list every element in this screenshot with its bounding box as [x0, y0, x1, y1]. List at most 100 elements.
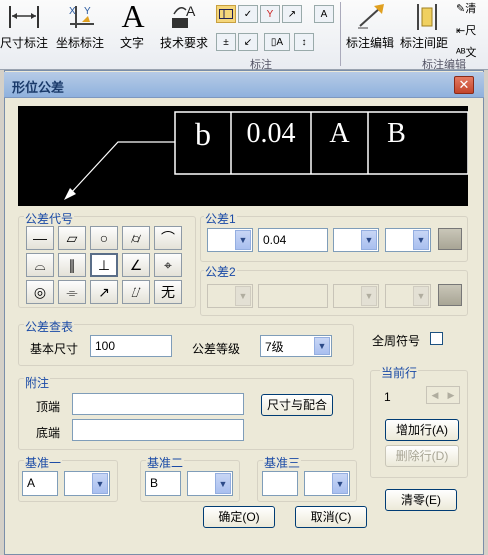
- chevron-down-icon: ▼: [361, 230, 377, 250]
- parallelism-button[interactable]: ∥: [58, 253, 86, 277]
- datum1-select[interactable]: ▼: [64, 471, 110, 496]
- size-fit-button[interactable]: 尺寸与配合: [261, 394, 333, 416]
- basic-size-label: 基本尺寸: [30, 342, 79, 356]
- datum-icon[interactable]: ▯A: [264, 33, 290, 51]
- close-button[interactable]: ✕: [454, 76, 474, 94]
- text-icon[interactable]: A: [118, 0, 148, 32]
- datum2-input[interactable]: B: [145, 471, 181, 496]
- circular-runout-button[interactable]: ↗: [90, 280, 118, 304]
- ribbon-toolbar: 尺寸标注 XY 坐标标注 A 文字 A 技术要求 ✓ Y ↗ A ± ↙ ▯A …: [0, 0, 488, 71]
- chevron-left-icon[interactable]: ◀: [427, 387, 443, 403]
- partial-bottom-label: 文: [465, 47, 477, 59]
- ribbon-coordinate-label[interactable]: 坐标标注: [56, 34, 104, 51]
- frame-cell-datum-a: A: [329, 118, 350, 149]
- svg-text:A: A: [186, 3, 196, 19]
- ribbon-partial-mid[interactable]: ⇤尺: [456, 22, 476, 38]
- close-icon: ✕: [458, 77, 470, 92]
- tol1-prefix-select[interactable]: ▼: [207, 228, 253, 252]
- flatness-button[interactable]: ▱: [58, 226, 86, 250]
- basic-size-input[interactable]: 100: [90, 335, 172, 357]
- ribbon-dimension-edit-label[interactable]: 标注编辑: [346, 34, 394, 51]
- arrow-leader-icon[interactable]: ↙: [238, 33, 258, 51]
- tol1-modifier-select[interactable]: ▼: [333, 228, 379, 252]
- grade-value: 7级: [265, 339, 284, 354]
- datum2-title: 基准二: [146, 454, 185, 471]
- ribbon-partial-top[interactable]: ✎清: [456, 0, 476, 16]
- cylindricity-button[interactable]: ⌭: [122, 226, 150, 250]
- chevron-down-icon: ▼: [215, 473, 231, 494]
- straightness-button[interactable]: —: [26, 226, 54, 250]
- tolerance-frame-icon[interactable]: [216, 5, 236, 23]
- surface-profile-button[interactable]: ⌓: [26, 253, 54, 277]
- text-box-icon[interactable]: A: [314, 5, 334, 23]
- datum3-input[interactable]: [262, 471, 298, 496]
- concentricity-button[interactable]: ◎: [26, 280, 54, 304]
- add-row-button[interactable]: 增加行(A): [385, 419, 459, 441]
- datum3-select[interactable]: ▼: [304, 471, 350, 496]
- chevron-right-icon[interactable]: ▶: [443, 387, 459, 403]
- tol2-value-input[interactable]: [258, 284, 328, 308]
- current-row-title: 当前行: [380, 364, 419, 381]
- current-row-value: 1: [384, 390, 391, 404]
- chevron-down-icon: ▼: [92, 473, 108, 494]
- ribbon-tech-requirement-label[interactable]: 技术要求: [160, 34, 208, 51]
- svg-text:Y: Y: [84, 6, 91, 17]
- tol1-color-button[interactable]: [438, 228, 462, 250]
- circularity-button[interactable]: ○: [90, 226, 118, 250]
- tech-requirement-icon[interactable]: A: [170, 2, 200, 32]
- ribbon-text-label[interactable]: 文字: [120, 34, 144, 51]
- line-profile-button[interactable]: ⌒: [154, 226, 182, 250]
- tol1-material-select[interactable]: ▼: [385, 228, 431, 252]
- frame-cell-datum-b: B: [387, 118, 406, 149]
- delete-row-button[interactable]: 删除行(D): [385, 445, 459, 467]
- edit-symbol-icon[interactable]: ↕: [294, 33, 314, 51]
- symbol-a-icon[interactable]: ±: [216, 33, 236, 51]
- tol2-modifier-select[interactable]: ▼: [333, 284, 379, 308]
- all-around-checkbox[interactable]: [430, 332, 443, 345]
- ribbon-dimension-label[interactable]: 尺寸标注: [0, 34, 48, 51]
- perpendicularity-button[interactable]: ⊥: [90, 253, 118, 277]
- position-button[interactable]: ⌖: [154, 253, 182, 277]
- bottom-note-label: 底端: [36, 426, 61, 440]
- frame-cell-symbol: b: [195, 116, 211, 152]
- datum1-input[interactable]: A: [22, 471, 58, 496]
- dimension-icon[interactable]: [4, 2, 44, 32]
- tol1-value-input[interactable]: 0.04: [258, 228, 328, 252]
- tol2-prefix-select[interactable]: ▼: [207, 284, 253, 308]
- chevron-down-icon: ▼: [332, 473, 348, 494]
- chevron-down-icon: ▼: [413, 230, 429, 250]
- top-note-input[interactable]: [72, 393, 244, 415]
- partial-top-label: 清: [465, 3, 477, 15]
- all-around-label: 全周符号: [372, 334, 421, 348]
- weld-icon[interactable]: Y: [260, 5, 280, 23]
- chevron-down-icon: ▼: [235, 286, 251, 306]
- dimension-small-icon: ⇤: [456, 25, 466, 37]
- clear-button[interactable]: 清零(E): [385, 489, 457, 511]
- datum2-select[interactable]: ▼: [187, 471, 233, 496]
- total-runout-button[interactable]: ⌰: [122, 280, 150, 304]
- chevron-down-icon: ▼: [361, 286, 377, 306]
- chevron-down-icon: ▼: [314, 337, 330, 355]
- ok-button[interactable]: 确定(O): [203, 506, 275, 528]
- bottom-note-input[interactable]: [72, 419, 244, 441]
- coordinate-icon[interactable]: XY: [66, 2, 98, 32]
- dimension-spacing-icon[interactable]: [412, 2, 442, 32]
- dimension-edit-icon[interactable]: [356, 2, 386, 32]
- symbol-panel-title: 公差代号: [24, 210, 75, 227]
- tol2-material-select[interactable]: ▼: [385, 284, 431, 308]
- datum1-title: 基准一: [24, 454, 63, 471]
- grade-select[interactable]: 7级 ▼: [260, 335, 332, 357]
- leader-icon[interactable]: ↗: [282, 5, 302, 23]
- grade-label: 公差等级: [192, 342, 241, 356]
- angularity-button[interactable]: ∠: [122, 253, 150, 277]
- ribbon-dimension-spacing-label[interactable]: 标注间距: [400, 34, 448, 51]
- tol2-color-button[interactable]: [438, 284, 462, 306]
- check-icon[interactable]: ✓: [238, 5, 258, 23]
- no-symbol-button[interactable]: 无: [154, 280, 182, 304]
- notes-title: 附注: [24, 374, 51, 391]
- lookup-title: 公差查表: [24, 318, 75, 335]
- chevron-down-icon: ▼: [235, 230, 251, 250]
- symmetry-button[interactable]: ⌯: [58, 280, 86, 304]
- cancel-button[interactable]: 取消(C): [295, 506, 367, 528]
- row-spinner[interactable]: ◀ ▶: [426, 386, 460, 404]
